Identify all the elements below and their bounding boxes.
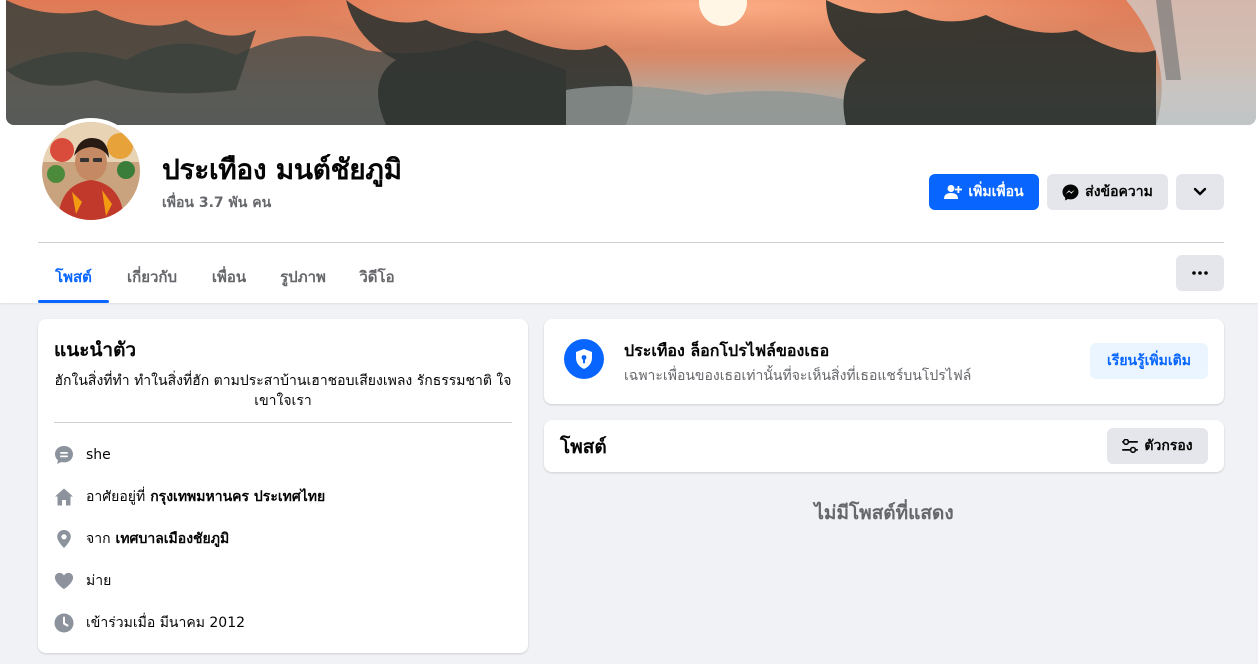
tab-friends[interactable]: เพื่อน [199, 252, 259, 302]
info-relationship: ม่าย [54, 569, 111, 593]
chevron-down-icon [1193, 187, 1207, 197]
profile-name: ประเทือง มนต์ชัยภูมิ [162, 153, 402, 186]
add-friend-icon [944, 184, 963, 200]
profile-lock-notice: ประเทือง ล็อกโปรไฟล์ของเธอ เฉพาะเพื่อนขอ… [544, 319, 1224, 404]
filter-sliders-icon [1122, 439, 1139, 453]
lives-in-link[interactable]: กรุงเทพมหานคร ประเทศไทย [150, 486, 325, 508]
ellipsis-icon [1192, 271, 1208, 275]
tab-videos-label: วิดีโอ [359, 268, 395, 286]
tab-about[interactable]: เกี่ยวกับ [113, 252, 191, 302]
add-friend-label: เพิ่มเพื่อน [968, 184, 1024, 200]
tab-posts[interactable]: โพสต์ [38, 252, 109, 303]
intro-card: แนะนำตัว ฮักในสิ่งที่ทำ ทำในสิ่งที่ฮัก ต… [38, 319, 528, 653]
learn-more-label: เรียนรู้เพิ่มเติม [1107, 353, 1191, 369]
intro-divider [54, 422, 512, 423]
joined-text: เข้าร่วมเมื่อ มีนาคม 2012 [86, 615, 246, 631]
more-profile-options-button[interactable] [1176, 174, 1224, 210]
posts-header-card: โพสต์ ตัวกรอง [544, 420, 1224, 472]
info-pronoun: she [54, 443, 111, 467]
filter-label: ตัวกรอง [1144, 438, 1193, 454]
header-divider [38, 242, 1224, 243]
messenger-icon [1062, 184, 1079, 201]
friend-count[interactable]: เพื่อน 3.7 พัน คน [162, 192, 271, 214]
info-lives-in: อาศัยอยู่ที่ กรุงเทพมหานคร ประเทศไทย [54, 485, 325, 509]
intro-title: แนะนำตัว [54, 339, 137, 361]
add-friend-button[interactable]: เพิ่มเพื่อน [929, 174, 1039, 210]
info-joined: เข้าร่วมเมื่อ มีนาคม 2012 [54, 611, 245, 635]
filter-button[interactable]: ตัวกรอง [1107, 428, 1208, 464]
message-label: ส่งข้อความ [1085, 184, 1153, 200]
bio-text: ฮักในสิ่งที่ทำ ทำในสิ่งที่ฮัก ตามประสาบ้… [54, 373, 512, 409]
learn-more-button[interactable]: เรียนรู้เพิ่มเติม [1090, 343, 1208, 379]
heart-icon [54, 571, 74, 591]
cover-photo[interactable] [6, 0, 1256, 125]
tab-photos[interactable]: รูปภาพ [267, 252, 339, 302]
relationship-text: ม่าย [86, 573, 112, 589]
tab-friends-label: เพื่อน [211, 268, 247, 286]
tab-posts-label: โพสต์ [55, 268, 92, 286]
profile-avatar[interactable] [38, 118, 144, 224]
tabs-more-button[interactable] [1176, 255, 1224, 291]
lock-notice-subtitle: เฉพาะเพื่อนของเธอเท่านั้นที่จะเห็นสิ่งที… [624, 368, 972, 384]
hometown-link[interactable]: เทศบาลเมืองชัยภูมิ [116, 528, 230, 550]
home-icon [54, 487, 74, 507]
lives-in-prefix: อาศัยอยู่ที่ [86, 489, 146, 505]
pronoun-text: she [86, 447, 111, 463]
tab-photos-label: รูปภาพ [280, 268, 326, 286]
posts-title: โพสต์ [560, 436, 607, 458]
speech-bubble-icon [54, 445, 74, 465]
info-hometown: จาก เทศบาลเมืองชัยภูมิ [54, 527, 229, 551]
message-button[interactable]: ส่งข้อความ [1047, 174, 1168, 210]
shield-lock-icon [564, 339, 604, 379]
no-posts-message: ไม่มีโพสต์ที่แสดง [814, 502, 954, 524]
lock-notice-title: ประเทือง ล็อกโปรไฟล์ของเธอ [624, 341, 830, 360]
tab-videos[interactable]: วิดีโอ [347, 252, 407, 302]
hometown-prefix: จาก [86, 531, 111, 547]
clock-icon [54, 613, 74, 633]
tab-about-label: เกี่ยวกับ [126, 268, 178, 286]
location-pin-icon [54, 529, 74, 549]
